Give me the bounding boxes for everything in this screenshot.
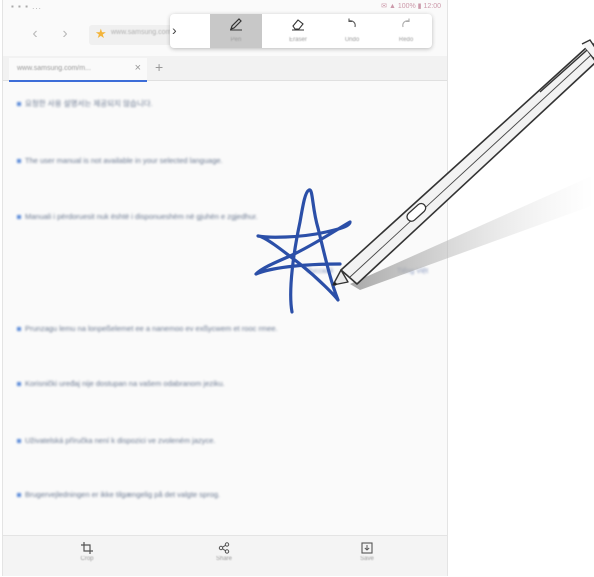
pen-nib	[333, 282, 337, 286]
s-pen-illustration	[332, 39, 594, 290]
